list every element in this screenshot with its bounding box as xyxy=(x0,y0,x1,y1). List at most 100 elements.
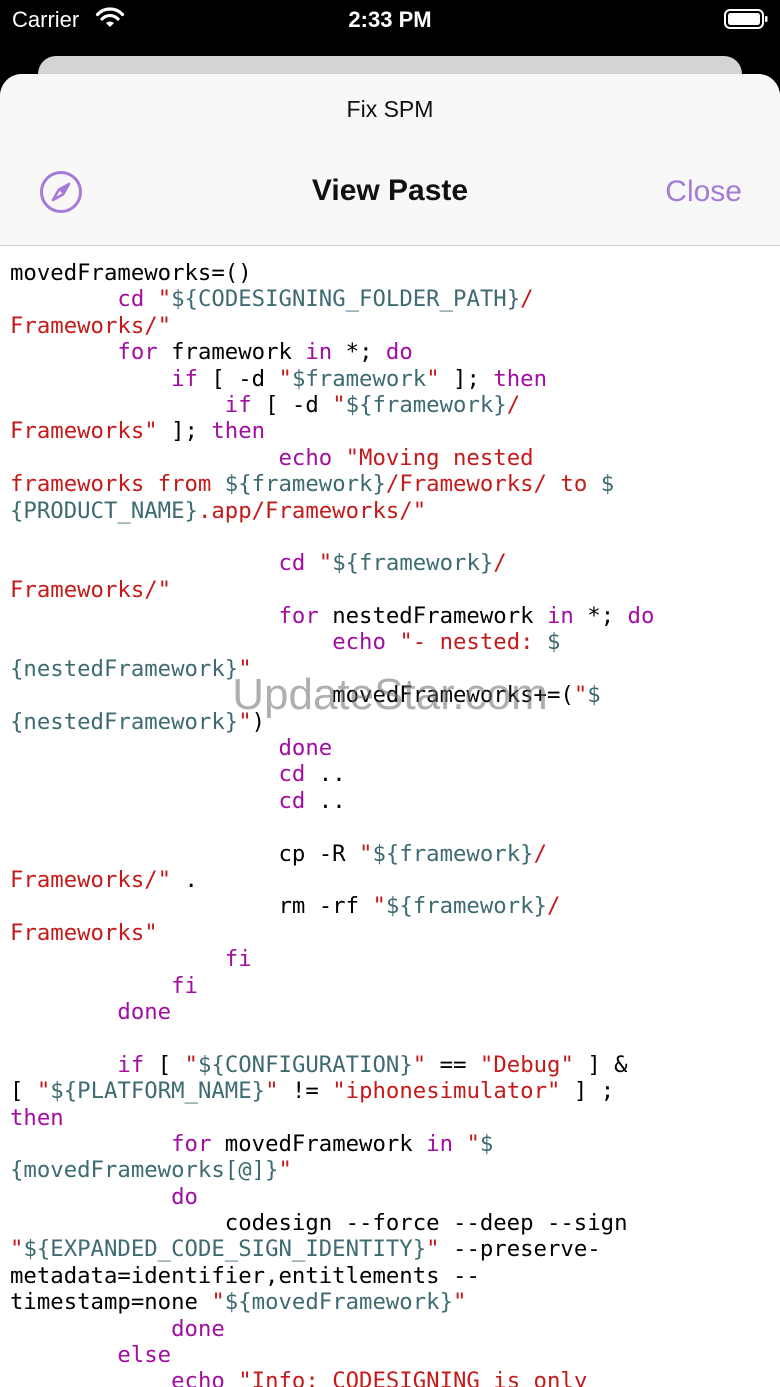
code-token: " xyxy=(426,365,440,392)
code-token: ${PLATFORM_NAME} xyxy=(50,1078,266,1105)
close-button[interactable]: Close xyxy=(665,175,742,209)
code-token: {movedFrameworks[@]} xyxy=(10,1157,279,1184)
status-bar: Carrier 2:33 PM xyxy=(0,0,780,40)
code-token: " xyxy=(10,1236,24,1263)
code-token: / xyxy=(506,391,521,418)
code-token: --preserve- xyxy=(439,1236,601,1263)
code-line: do xyxy=(10,1184,775,1210)
code-line: done xyxy=(10,1316,775,1342)
code-token: then xyxy=(10,1104,64,1131)
code-token: / xyxy=(546,893,561,920)
code-token: $ xyxy=(479,1130,494,1157)
code-line: if [ -d "${framework}/ xyxy=(10,392,775,418)
code-line: cd "${framework}/ xyxy=(10,550,775,576)
code-token: " xyxy=(211,1289,225,1316)
code-line: frameworks from ${framework}/Frameworks/… xyxy=(10,471,775,497)
code-line: cp -R "${framework}/ xyxy=(10,841,775,867)
code-token: [ -d xyxy=(251,391,333,418)
code-token: for xyxy=(278,603,319,630)
code-line: timestamp=none "${movedFramework}" xyxy=(10,1289,775,1315)
code-token: $ xyxy=(587,682,601,709)
code-token: movedFramework xyxy=(211,1130,427,1157)
code-token: echo xyxy=(171,1368,225,1387)
code-line: echo "Moving nested xyxy=(10,445,775,471)
code-token: cd xyxy=(117,286,145,313)
code-token: Frameworks" xyxy=(10,418,158,445)
code-view[interactable]: movedFrameworks=() cd "${CODESIGNING_FOL… xyxy=(10,260,775,1387)
code-token: " xyxy=(305,550,333,577)
code-token: Frameworks" xyxy=(10,919,158,946)
code-line: cd .. xyxy=(10,788,775,814)
code-line: for nestedFramework in *; do xyxy=(10,603,775,629)
code-token: Frameworks/" xyxy=(10,866,172,893)
code-token: " xyxy=(278,365,292,392)
code-token: $framework xyxy=(291,365,427,392)
code-token: " xyxy=(573,682,588,709)
code-token: "Info: CODESIGNING is only xyxy=(224,1368,588,1387)
paste-name: Fix SPM xyxy=(346,96,434,122)
code-token: "Debug" xyxy=(479,1051,574,1078)
code-token: / xyxy=(493,550,507,577)
navigation-bar: Fix SPM View Paste Close xyxy=(0,74,780,246)
code-token: ${framework} xyxy=(332,550,494,577)
code-token: " xyxy=(238,655,252,682)
code-line: cd .. xyxy=(10,761,775,787)
code-line: "${EXPANDED_CODE_SIGN_IDENTITY}" --prese… xyxy=(10,1236,775,1262)
code-token: nestedFramework xyxy=(318,603,547,630)
code-token: $ xyxy=(600,471,615,498)
status-time: 2:33 PM xyxy=(348,7,432,32)
code-token: / xyxy=(520,286,534,313)
code-token: [ -d xyxy=(197,365,279,392)
code-token: " xyxy=(453,1130,480,1157)
code-line: Frameworks/" . xyxy=(10,867,775,893)
code-line: echo "- nested: $ xyxy=(10,629,775,655)
code-token: " xyxy=(332,391,346,418)
code-token: codesign --force --deep --sign xyxy=(10,1210,628,1237)
code-line: Frameworks/" xyxy=(10,313,775,339)
code-token: ${framework} xyxy=(345,391,507,418)
code-token: / xyxy=(533,840,547,867)
code-line: for framework in *; do xyxy=(10,339,775,365)
code-token: in xyxy=(546,603,574,630)
code-token: == xyxy=(426,1051,480,1078)
code-token: done xyxy=(278,735,333,762)
code-token: do xyxy=(171,1183,198,1210)
code-token: metadata=identifier,entitlements -- xyxy=(10,1262,480,1289)
code-token: movedFrameworks=() xyxy=(10,260,252,286)
code-token: ${framework} xyxy=(372,840,534,867)
code-line: else xyxy=(10,1342,775,1368)
code-token: " xyxy=(412,1051,427,1078)
code-token: {PRODUCT_NAME} xyxy=(10,497,198,524)
code-line: rm -rf "${framework}/ xyxy=(10,893,775,919)
code-line: {PRODUCT_NAME}.app/Frameworks/" xyxy=(10,498,775,524)
code-token: framework xyxy=(157,339,306,366)
code-token: if xyxy=(171,365,198,392)
code-line: {movedFrameworks[@]}" xyxy=(10,1157,775,1183)
page-title: View Paste xyxy=(311,174,469,207)
code-token: [ xyxy=(144,1051,185,1078)
code-token: if xyxy=(117,1051,145,1078)
code-token: rm -rf xyxy=(10,893,373,920)
code-token: movedFrameworks+=( xyxy=(10,682,574,709)
code-line: metadata=identifier,entitlements -- xyxy=(10,1263,775,1289)
paste-sheet: Fix SPM View Paste Close movedFrameworks… xyxy=(0,74,780,1387)
code-token: $ xyxy=(546,629,561,656)
code-token: ${framework} xyxy=(385,893,547,920)
code-token: "- nested: xyxy=(385,629,547,656)
code-line: done xyxy=(10,735,775,761)
